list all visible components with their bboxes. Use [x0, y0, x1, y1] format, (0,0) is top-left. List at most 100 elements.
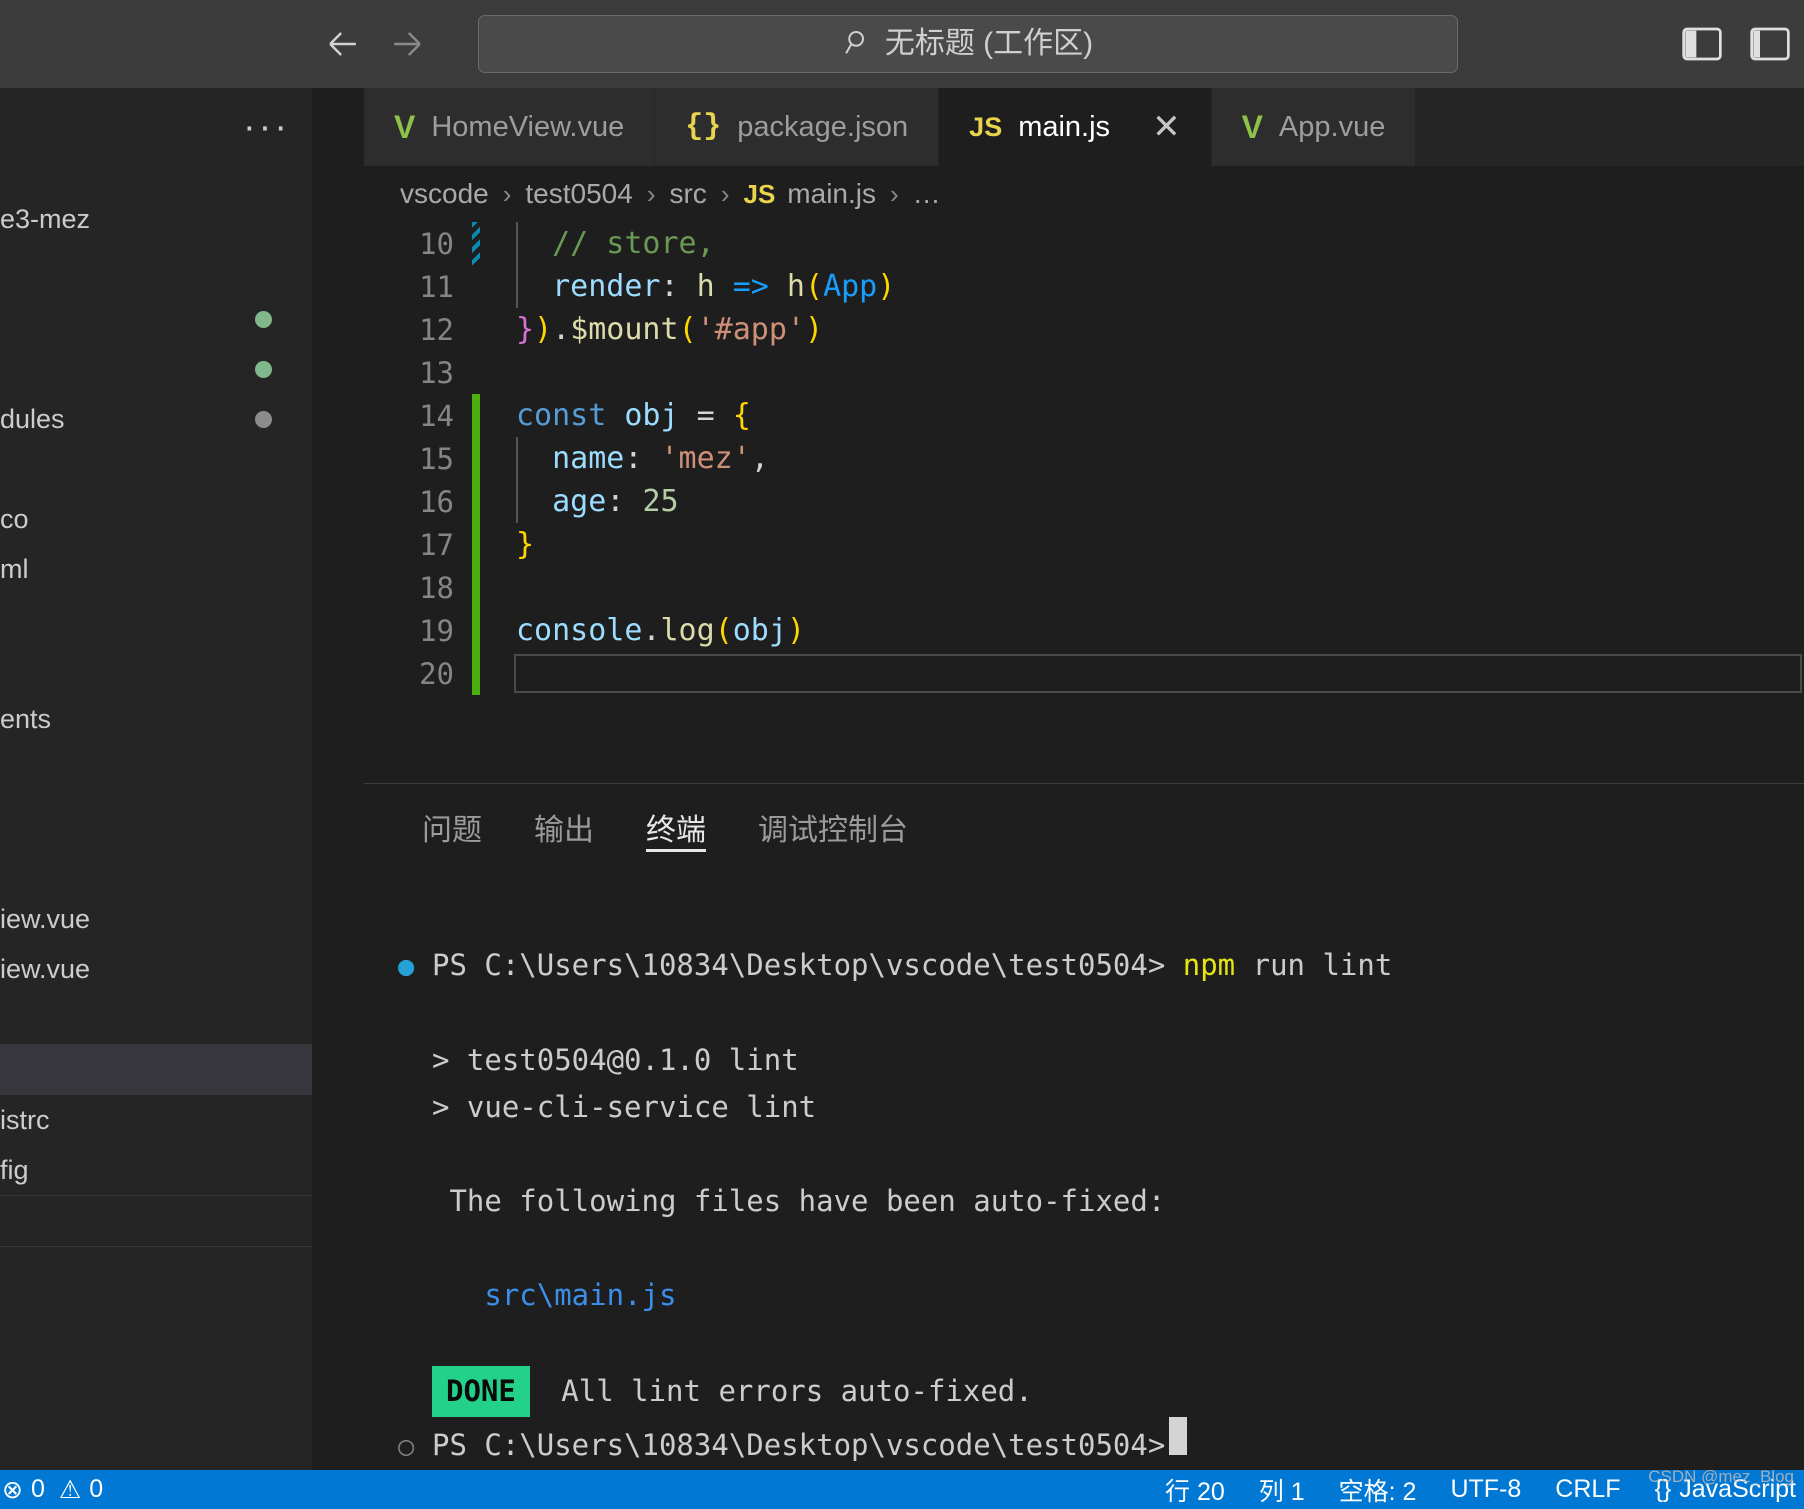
code-line[interactable]: 17} — [364, 523, 1804, 566]
window-title: 无标题 (工作区) — [884, 27, 1094, 60]
code-line[interactable]: 14 const obj = { — [364, 394, 1804, 437]
terminal-line: ● PS C:\Users\10834\Desktop\vscode\test05… — [398, 942, 1804, 990]
status-eol[interactable]: CRLF — [1555, 1475, 1620, 1504]
list-item[interactable]: fig — [0, 1145, 364, 1195]
list-item[interactable]: ents — [0, 694, 364, 744]
code-editor[interactable]: 10 // store, 11 render: h => h(App) 12 }).$… — [364, 222, 1804, 783]
code-line[interactable]: 19 console.log(obj) — [364, 609, 1804, 652]
code-line[interactable]: 16 age: 25 — [364, 480, 1804, 523]
command-center-search[interactable]: 无标题 (工作区) — [478, 15, 1458, 73]
list-item[interactable]: istrc — [0, 1095, 364, 1145]
code-line[interactable]: 10 // store, — [364, 222, 1804, 265]
status-line-number[interactable]: 行 20 — [1165, 1472, 1225, 1508]
status-badge-warnings[interactable]: ⚠ 0 — [59, 1475, 103, 1505]
more-actions-icon[interactable]: ··· — [243, 108, 290, 146]
list-item[interactable]: iew.vue — [0, 894, 364, 944]
gutter-change-marker — [472, 351, 480, 394]
breadcrumb-item-test0504[interactable]: test0504 — [525, 178, 632, 210]
list-item[interactable]: iew.vue — [0, 944, 364, 994]
terminal-line: The following files have been auto-fixed… — [398, 1178, 1804, 1225]
code-line-text: }).$mount('#app') — [516, 312, 824, 347]
forward-button[interactable] — [384, 21, 430, 67]
tab-output[interactable]: 输出 — [508, 784, 620, 870]
breadcrumb-more[interactable]: … — [913, 178, 941, 210]
terminal-line: DONE All lint errors auto-fixed. — [398, 1366, 1804, 1417]
line-number: 20 — [419, 656, 454, 691]
chevron-right-icon: › — [890, 178, 899, 209]
code-line[interactable]: 13 — [364, 351, 1804, 394]
panel-tab-label: 输出 — [534, 814, 594, 847]
gutter-change-marker — [472, 308, 480, 351]
tab-homeview-vue[interactable]: V HomeView.vue — [364, 88, 656, 166]
tab-main-js[interactable]: JS main.js ✕ — [939, 88, 1212, 166]
list-item-selected[interactable] — [0, 1044, 364, 1094]
panel-tab-label: 终端 — [646, 814, 706, 847]
breadcrumb-item-src[interactable]: src — [669, 178, 706, 210]
terminal-line: src\main.js — [398, 1272, 1804, 1319]
code-line[interactable]: 12 }).$mount('#app') — [364, 308, 1804, 351]
terminal-output[interactable]: ● PS C:\Users\10834\Desktop\vscode\test05… — [364, 942, 1804, 1470]
warning-count: 0 — [89, 1475, 104, 1503]
status-indentation[interactable]: 空格: 2 — [1339, 1472, 1417, 1508]
breadcrumb-item-file[interactable]: main.js — [787, 178, 876, 210]
status-badge-errors[interactable]: ⊗ 0 — [2, 1475, 45, 1505]
command-decoration-icon: ○ — [398, 1431, 415, 1462]
git-status-dot — [255, 310, 272, 328]
explorer-sidebar: ··· e3-mez dules co ml ents iew.vue iew.… — [0, 88, 364, 1470]
terminal-line: ○ PS C:\Users\10834\Desktop\vscode\test05… — [398, 1417, 1804, 1470]
status-column-number[interactable]: 列 1 — [1259, 1472, 1305, 1508]
list-item[interactable]: dules — [0, 394, 364, 444]
command-decoration-icon: ● — [398, 951, 415, 982]
line-number: 16 — [419, 484, 454, 519]
list-item[interactable]: co — [0, 494, 364, 544]
window-layout-controls — [1676, 0, 1796, 88]
terminal-text: All lint errors auto-fixed. — [543, 1374, 1033, 1408]
tab-label: App.vue — [1278, 110, 1386, 143]
terminal-cursor — [1169, 1417, 1188, 1455]
back-button[interactable] — [320, 21, 366, 67]
terminal-line: > test0504@0.1.0 lint — [398, 1037, 1804, 1084]
js-icon: JS — [969, 111, 1003, 142]
gutter-change-marker — [472, 222, 480, 265]
code-line[interactable]: 11 render: h => h(App) — [364, 265, 1804, 308]
list-item-label: ents — [0, 703, 52, 734]
tab-package-json[interactable]: {} package.json — [655, 88, 940, 166]
list-item[interactable] — [0, 344, 364, 394]
list-item-label: iew.vue — [0, 953, 91, 984]
list-item-label: fig — [0, 1154, 29, 1185]
toggle-panel-icon[interactable] — [1676, 18, 1728, 70]
tab-app-vue[interactable]: V App.vue — [1211, 88, 1417, 166]
navigation-arrows — [320, 21, 430, 67]
code-line[interactable]: 18 — [364, 566, 1804, 609]
code-line[interactable]: 20 — [364, 652, 1804, 695]
close-icon[interactable]: ✕ — [1152, 110, 1181, 144]
sidebar-edge — [312, 88, 364, 1470]
tab-problems[interactable]: 问题 — [396, 784, 508, 870]
error-count: 0 — [30, 1475, 45, 1503]
terminal-text: > vue-cli-service lint — [432, 1090, 817, 1124]
warning-icon: ⚠ — [58, 1475, 82, 1504]
gutter-change-marker — [472, 652, 480, 695]
status-badge: DONE — [432, 1366, 530, 1417]
tab-terminal[interactable]: 终端 — [620, 784, 732, 870]
list-item[interactable]: ml — [0, 544, 364, 594]
list-item[interactable] — [0, 294, 364, 344]
title-bar: 无标题 (工作区) — [0, 0, 1804, 88]
gutter-change-marker — [472, 437, 480, 480]
editor-tabs: V HomeView.vue {} package.json JS main.j… — [364, 88, 1804, 166]
code-line[interactable]: 15 name: 'mez', — [364, 437, 1804, 480]
explorer-header: ··· — [0, 88, 364, 166]
line-number: 11 — [419, 269, 454, 304]
line-number: 18 — [419, 570, 454, 605]
status-encoding[interactable]: UTF-8 — [1450, 1475, 1521, 1504]
line-number: 12 — [419, 312, 454, 347]
chevron-right-icon: › — [720, 178, 730, 209]
list-item[interactable]: e3-mez — [0, 194, 364, 244]
vscode-window: 无标题 (工作区) ··· e3-mez dules co ml ents ie… — [0, 0, 1804, 1509]
gutter-change-marker — [472, 265, 480, 308]
toggle-sidebar-icon[interactable] — [1744, 18, 1796, 70]
breadcrumb-item-vscode[interactable]: vscode — [400, 178, 489, 210]
tab-debug-console[interactable]: 调试控制台 — [732, 784, 934, 870]
